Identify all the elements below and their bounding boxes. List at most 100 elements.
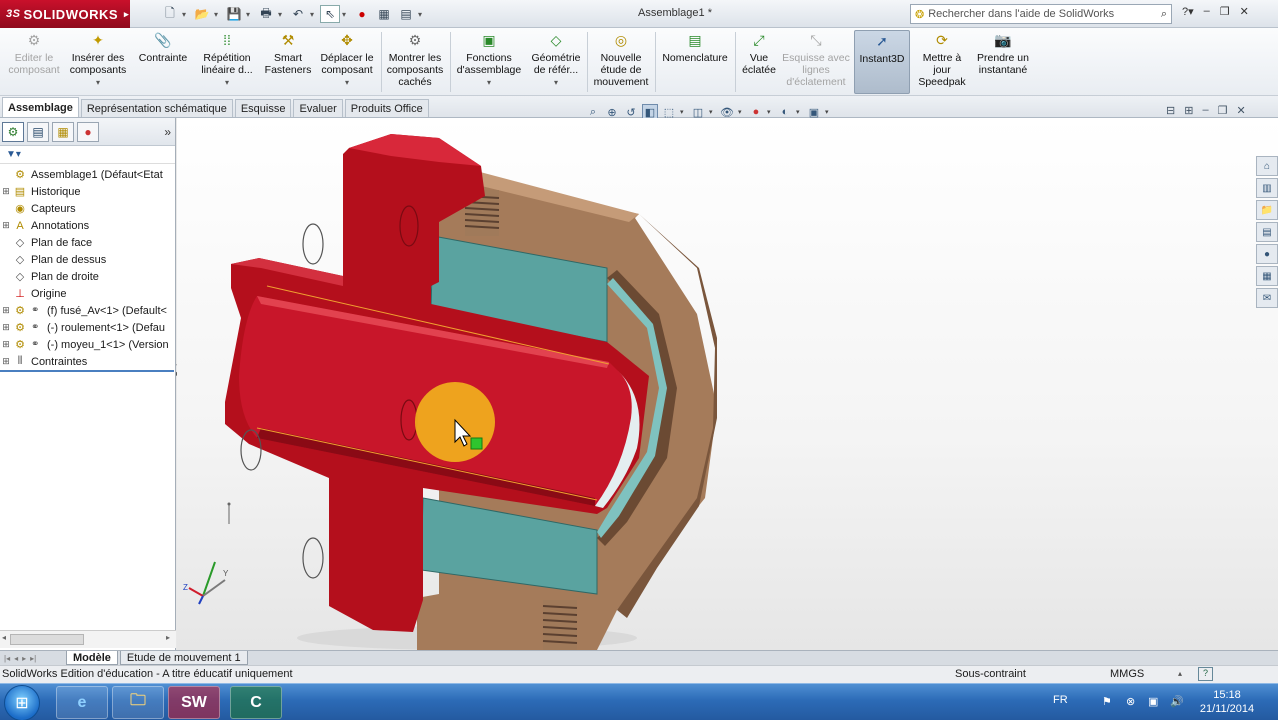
assembly-section-view[interactable]: Z Y bbox=[177, 118, 1278, 650]
chevron-down-icon[interactable]: ▾ bbox=[345, 77, 349, 89]
scroll-right-icon[interactable]: ▸ bbox=[166, 633, 170, 642]
help-search-input[interactable]: ❂ Rechercher dans l'aide de SolidWorks ⌕ bbox=[910, 4, 1172, 24]
language-indicator[interactable]: FR bbox=[1053, 694, 1068, 706]
chevron-down-icon[interactable]: ▾ bbox=[96, 77, 100, 89]
unit-system-selector[interactable]: MMGS bbox=[1110, 668, 1144, 680]
show-hidden-components-button[interactable]: ⚙ Montrer les composants cachés bbox=[384, 30, 446, 94]
tree-item-origin[interactable]: ⊥ Origine bbox=[0, 285, 175, 302]
bolt-hole-bottom[interactable] bbox=[302, 537, 324, 579]
action-center-flag-icon[interactable]: ⚑ bbox=[1102, 695, 1112, 708]
first-tab-icon[interactable]: |◂ bbox=[4, 654, 10, 663]
mate-button[interactable]: 📎 Contrainte bbox=[134, 30, 192, 94]
tree-item-history[interactable]: ⊞ ▤ Historique bbox=[0, 183, 175, 200]
tab-model[interactable]: Modèle bbox=[66, 651, 118, 665]
tile-vertical-icon[interactable]: ⊞ bbox=[1184, 104, 1193, 117]
tab-schematic[interactable]: Représentation schématique bbox=[80, 99, 233, 117]
tree-item-part-fuse[interactable]: ⊞ ⚙ ⚭ (f) fusé_Av<1> (Default< bbox=[0, 302, 175, 319]
tree-item-part-bearing[interactable]: ⊞ ⚙ ⚭ (-) roulement<1> (Defau bbox=[0, 319, 175, 336]
chevron-down-icon[interactable]: ▾ bbox=[767, 108, 774, 116]
new-motion-study-button[interactable]: ◎ Nouvelle étude de mouvement bbox=[590, 30, 652, 94]
tab-sketch[interactable]: Esquisse bbox=[234, 99, 292, 117]
tile-icon[interactable]: ⊟ bbox=[1166, 104, 1175, 117]
security-icon[interactable]: ⊗ bbox=[1126, 695, 1135, 708]
minimize-icon[interactable]: – bbox=[1202, 104, 1208, 117]
close-icon[interactable]: ✕ bbox=[1240, 5, 1249, 18]
new-document-icon[interactable]: 🗋 bbox=[160, 5, 180, 23]
tree-item-mates[interactable]: ⊞ ⫴ Contraintes bbox=[0, 353, 175, 370]
chevron-down-icon[interactable]: ▾ bbox=[214, 10, 222, 19]
bolt-hole-top-left[interactable] bbox=[302, 223, 324, 265]
chevron-down-icon[interactable]: ▾ bbox=[342, 10, 350, 19]
next-tab-icon[interactable]: ▸ bbox=[22, 654, 26, 663]
tree-item-part-hub[interactable]: ⊞ ⚙ ⚭ (-) moyeu_1<1> (Version bbox=[0, 336, 175, 353]
tab-office-products[interactable]: Produits Office bbox=[344, 99, 429, 117]
chevron-down-icon[interactable]: ▾ bbox=[680, 108, 687, 116]
view-palette-icon[interactable]: ▤ bbox=[1256, 222, 1278, 242]
chevron-down-icon[interactable]: ▾ bbox=[310, 10, 318, 19]
restore-icon[interactable]: ❐ bbox=[1220, 5, 1230, 18]
file-properties-icon[interactable]: ▦ bbox=[374, 5, 394, 23]
update-speedpak-button[interactable]: ⟳ Mettre à jour Speedpak bbox=[914, 30, 970, 94]
expand-icon[interactable]: ⊞ bbox=[0, 339, 12, 350]
insert-components-button[interactable]: ✦ Insérer des composants ▾ bbox=[66, 30, 130, 94]
reference-geometry-button[interactable]: ◇ Géométrie de référ... ▾ bbox=[528, 30, 584, 94]
taskbar-internet-explorer[interactable]: e bbox=[56, 686, 108, 719]
close-icon[interactable]: ✕ bbox=[1236, 104, 1245, 117]
print-icon[interactable]: 🖶 bbox=[256, 5, 276, 23]
edit-component-button[interactable]: ⚙ Editer le composant bbox=[4, 30, 64, 94]
tab-motion-study[interactable]: Etude de mouvement 1 bbox=[119, 651, 248, 665]
scrollbar-thumb[interactable] bbox=[10, 634, 84, 645]
horizontal-scrollbar[interactable]: ◂ ▸ bbox=[0, 630, 176, 648]
tree-item-sensors[interactable]: ◉ Capteurs bbox=[0, 200, 175, 217]
chevron-down-icon[interactable]: ▾ bbox=[738, 108, 745, 116]
chevron-down-icon[interactable]: ▾ bbox=[487, 77, 491, 89]
expand-icon[interactable]: ⊞ bbox=[0, 220, 12, 231]
solidworks-menu-button[interactable]: 3S SOLIDWORKS ▸ bbox=[0, 0, 130, 28]
scroll-left-icon[interactable]: ◂ bbox=[2, 633, 6, 642]
last-tab-icon[interactable]: ▸| bbox=[30, 654, 36, 663]
expand-icon[interactable]: ⊞ bbox=[0, 186, 12, 197]
display-manager-tab-icon[interactable]: ● bbox=[77, 121, 99, 142]
rebuild-icon[interactable]: ● bbox=[352, 5, 372, 23]
tab-evaluate[interactable]: Evaluer bbox=[293, 99, 343, 117]
linear-pattern-button[interactable]: ⁞⁞ Répétition linéaire d... ▾ bbox=[196, 30, 258, 94]
save-icon[interactable]: 💾 bbox=[224, 5, 244, 23]
chevron-down-icon[interactable]: ▾ bbox=[825, 108, 832, 116]
chevron-down-icon[interactable]: ▾ bbox=[246, 10, 254, 19]
solidworks-resources-icon[interactable]: ⌂ bbox=[1256, 156, 1278, 176]
tree-item-annotations[interactable]: ⊞ A Annotations bbox=[0, 217, 175, 234]
taskbar-camtasia[interactable]: C bbox=[230, 686, 282, 719]
appearances-icon[interactable]: ● bbox=[1256, 244, 1278, 264]
chevron-down-icon[interactable]: ▾ bbox=[278, 10, 286, 19]
chevron-down-icon[interactable]: ▾ bbox=[182, 10, 190, 19]
chevron-down-icon[interactable]: ▾ bbox=[796, 108, 803, 116]
volume-icon[interactable]: 🔊 bbox=[1170, 695, 1184, 708]
taskbar-file-explorer[interactable]: 🗀 bbox=[112, 686, 164, 719]
tab-assemblage[interactable]: Assemblage bbox=[2, 97, 79, 117]
search-icon[interactable]: ⌕ bbox=[1161, 8, 1167, 21]
tree-rollback-bar[interactable] bbox=[0, 370, 174, 372]
tree-filter[interactable]: ▼▾ bbox=[0, 146, 175, 164]
chevron-down-icon[interactable]: ▾ bbox=[225, 77, 229, 89]
quick-tips-icon[interactable]: ? bbox=[1198, 667, 1213, 681]
chevron-down-icon[interactable]: ▾ bbox=[418, 10, 426, 19]
expand-icon[interactable]: ⊞ bbox=[0, 322, 12, 333]
chevron-down-icon[interactable]: ▾ bbox=[709, 108, 716, 116]
open-folder-icon[interactable]: 📂 bbox=[192, 5, 212, 23]
undo-icon[interactable]: ↶ bbox=[288, 5, 308, 23]
tree-item-front-plane[interactable]: ◇ Plan de face bbox=[0, 234, 175, 251]
configuration-manager-tab-icon[interactable]: ▦ bbox=[52, 121, 74, 142]
minimize-icon[interactable]: – bbox=[1204, 5, 1210, 18]
smart-fasteners-button[interactable]: ⚒ Smart Fasteners bbox=[262, 30, 314, 94]
expand-panel-icon[interactable]: » bbox=[164, 125, 171, 139]
start-button[interactable]: ⊞ bbox=[4, 685, 40, 720]
filter-icon[interactable]: ▼▾ bbox=[6, 149, 21, 160]
tree-root-assembly[interactable]: ⚙ Assemblage1 (Défaut<Etat bbox=[0, 166, 175, 183]
expand-icon[interactable]: ⊞ bbox=[0, 305, 12, 316]
assembly-features-button[interactable]: ▣ Fonctions d'assemblage ▾ bbox=[453, 30, 525, 94]
take-snapshot-button[interactable]: 📷 Prendre un instantané bbox=[974, 30, 1032, 94]
chevron-down-icon[interactable]: ▾ bbox=[554, 77, 558, 89]
help-icon[interactable]: ?▾ bbox=[1182, 5, 1194, 18]
design-library-icon[interactable]: ▥ bbox=[1256, 178, 1278, 198]
tree-item-right-plane[interactable]: ◇ Plan de droite bbox=[0, 268, 175, 285]
